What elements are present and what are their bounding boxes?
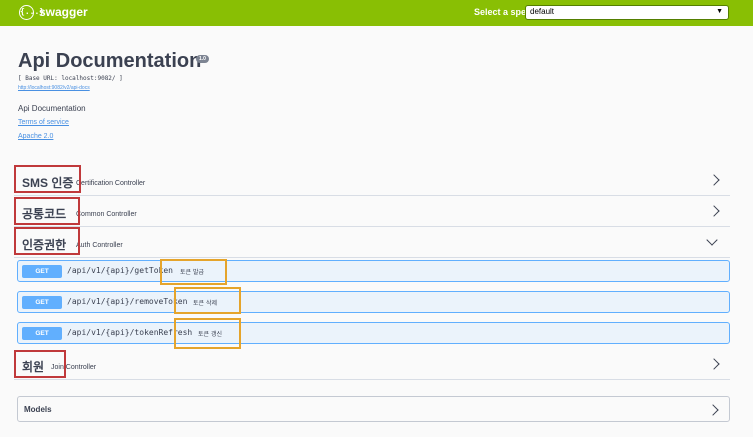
tag-member[interactable]: 회원 Join Controller xyxy=(14,350,730,380)
method-badge: GET xyxy=(22,327,62,340)
annotation-box xyxy=(174,318,241,349)
spec-select-label: Select a spec xyxy=(474,7,532,17)
models-section[interactable]: Models xyxy=(17,396,730,422)
swagger-logo-icon[interactable]: {...} xyxy=(19,5,44,20)
operation-get-token[interactable]: GET /api/v1/{api}/getToken 토큰 발급 xyxy=(17,260,730,282)
method-badge: GET xyxy=(22,296,62,309)
tag-auth[interactable]: 인증권한 Auth Controller xyxy=(14,228,730,258)
tag-common-code[interactable]: 공통코드 Common Controller xyxy=(14,197,730,227)
annotation-box xyxy=(174,287,241,314)
chevron-down-icon: ▼ xyxy=(716,8,723,15)
page-title: Api Documentation xyxy=(18,50,202,72)
annotation-box xyxy=(14,197,80,225)
annotation-box xyxy=(160,259,227,285)
annotation-box xyxy=(14,350,66,378)
tag-description: Auth Controller xyxy=(76,242,123,249)
spec-select[interactable]: default ▼ xyxy=(525,5,729,20)
chevron-right-icon[interactable] xyxy=(707,404,719,416)
operation-remove-token[interactable]: GET /api/v1/{api}/removeToken 토큰 삭제 xyxy=(17,291,730,313)
base-url: [ Base URL: localhost:9082/ ] xyxy=(18,75,123,82)
operation-path: /api/v1/{api}/removeToken xyxy=(67,297,188,306)
tag-sms-auth[interactable]: SMS 인증 Certification Controller xyxy=(14,166,730,196)
method-badge: GET xyxy=(22,265,62,278)
chevron-right-icon[interactable] xyxy=(708,358,720,370)
api-description: Api Documentation xyxy=(18,104,86,113)
license-link[interactable]: Apache 2.0 xyxy=(18,133,53,140)
swagger-logo-text[interactable]: swagger xyxy=(39,5,88,19)
version-badge: 1.0 xyxy=(196,55,209,63)
spec-select-value: default xyxy=(530,7,555,16)
terms-of-service-link[interactable]: Terms of service xyxy=(18,119,69,126)
operation-path: /api/v1/{api}/getToken xyxy=(67,266,173,275)
topbar: {...} swagger Select a spec default ▼ xyxy=(0,0,753,26)
chevron-down-icon[interactable] xyxy=(706,234,718,246)
operation-token-refresh[interactable]: GET /api/v1/{api}/tokenRefresh 토큰 갱신 xyxy=(17,322,730,344)
chevron-right-icon[interactable] xyxy=(708,174,720,186)
tag-description: Certification Controller xyxy=(76,180,146,187)
annotation-box xyxy=(14,227,80,255)
models-label: Models xyxy=(24,405,52,414)
annotation-box xyxy=(14,165,81,193)
api-docs-link[interactable]: http://localhost:9082/v2/api-docs xyxy=(18,85,90,91)
chevron-right-icon[interactable] xyxy=(708,205,720,217)
tag-description: Common Controller xyxy=(76,211,137,218)
